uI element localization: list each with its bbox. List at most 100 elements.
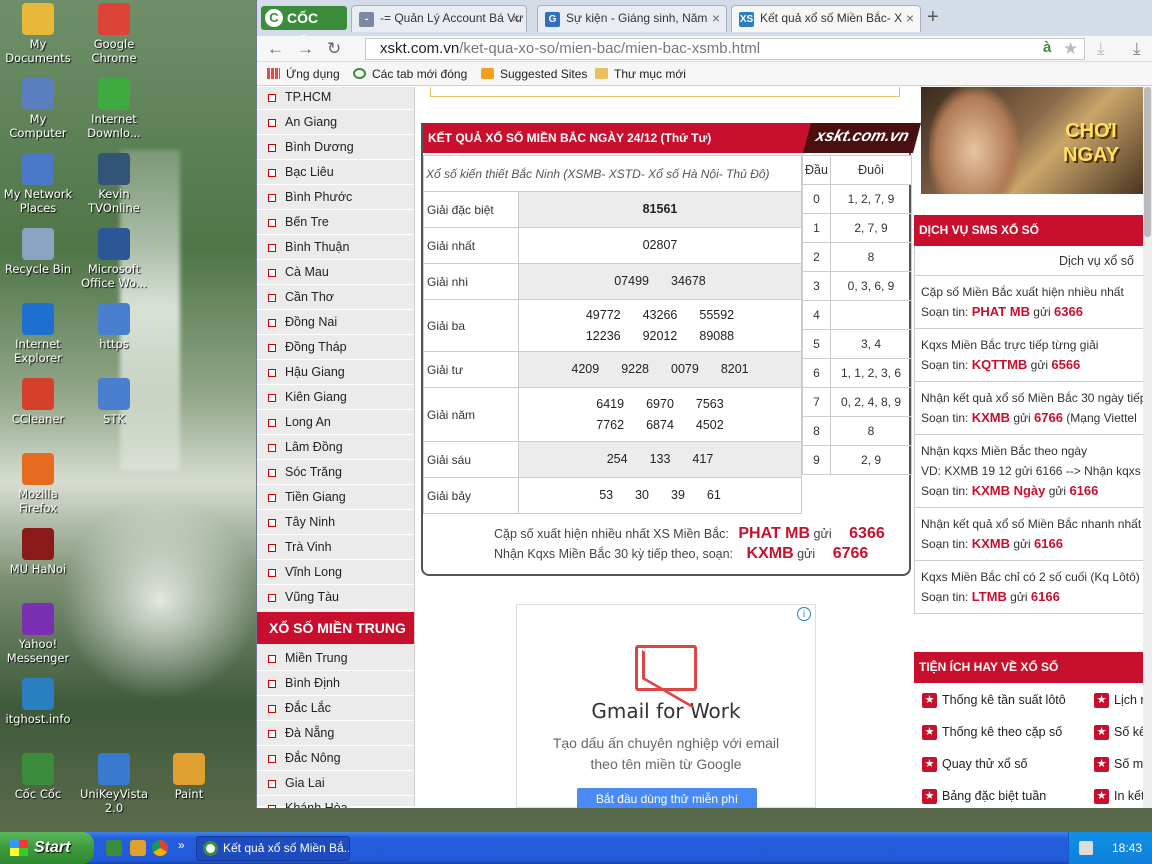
desktop-icon[interactable]: Google Chrome <box>76 3 152 65</box>
desktop-icon[interactable]: My Computer <box>0 78 76 140</box>
play-now-button[interactable]: CHƠI NGAY <box>1041 119 1141 167</box>
browser-tab[interactable]: - -= Quản Lý Account Bá Vư × <box>351 5 527 32</box>
bookmark-suggested-sites[interactable]: Suggested Sites <box>481 67 587 81</box>
province-link[interactable]: Bình Dương <box>257 135 414 160</box>
desktop-icon[interactable]: My Documents <box>0 3 76 65</box>
sms-service-item[interactable]: Nhận kết quả xổ số Miền Bắc 30 ngày tiếp… <box>915 382 1144 435</box>
chrome-quicklaunch-icon[interactable] <box>152 840 168 856</box>
province-link[interactable]: Bình Phước <box>257 185 414 210</box>
loto-head-digit: 1 <box>802 213 831 243</box>
clock[interactable]: 18:43 <box>1112 841 1142 855</box>
province-link[interactable]: An Giang <box>257 110 414 135</box>
new-tab-plus-icon[interactable]: + <box>927 6 939 29</box>
desktop-icon[interactable]: Internet Downlo... <box>76 78 152 140</box>
sms-item-gui: gửi <box>1027 358 1052 372</box>
province-link[interactable]: Bến Tre <box>257 210 414 235</box>
province-link[interactable]: Hậu Giang <box>257 360 414 385</box>
province-link[interactable]: Bình Định <box>257 671 414 696</box>
coccoc-translate-icon[interactable]: à <box>1043 39 1051 56</box>
sms-item-gui: gửi <box>1009 411 1035 425</box>
desktop-icon[interactable]: Yahoo! Messenger <box>0 603 76 665</box>
coccoc-quicklaunch-icon[interactable] <box>106 840 122 856</box>
province-link[interactable]: Tiền Giang <box>257 485 414 510</box>
prize-number-line: 254 133 417 <box>519 449 801 470</box>
tab-close-icon[interactable]: × <box>712 10 720 26</box>
utility-link[interactable]: Thống kê theo cặp số <box>922 717 1092 748</box>
download-icon[interactable]: ⤓ <box>1097 39 1105 59</box>
desktop-icon[interactable]: MU HaNoi <box>0 528 76 576</box>
game-banner[interactable]: CHƠI NGAY <box>921 87 1143 194</box>
sms-service-item[interactable]: Cặp số Miền Bắc xuất hiện nhiều nhất Soạn… <box>915 276 1144 329</box>
utility-link[interactable]: Bảng đặc biệt tuần <box>922 781 1092 808</box>
desktop-icon[interactable]: My Network Places <box>0 153 76 215</box>
province-link[interactable]: Đồng Nai <box>257 310 414 335</box>
gmail-ad[interactable]: i Gmail for Work Tạo dấu ấn chuyên nghiệ… <box>516 604 816 808</box>
desktop-icon[interactable]: Microsoft Office Wo... <box>76 228 152 290</box>
gmail-logo-icon <box>635 645 697 691</box>
page-scrollbar[interactable] <box>1143 87 1152 808</box>
province-link[interactable]: Vĩnh Long <box>257 560 414 585</box>
utility-link[interactable]: Quay thử xổ số <box>922 749 1092 780</box>
desktop-icon[interactable]: Mozilla Firefox <box>0 453 76 515</box>
sms-service-item[interactable]: Kqxs Miền Bắc trực tiếp từng giải Soạn ti… <box>915 329 1144 382</box>
sms-service-item[interactable]: Kqxs Miền Bắc chỉ có 2 số cuối (Kq Lôtô)… <box>915 561 1144 614</box>
ad-info-icon[interactable]: i <box>797 607 811 621</box>
province-link[interactable]: Trà Vinh <box>257 535 414 560</box>
bookmark-recent-tabs[interactable]: Các tab mới đóng <box>353 67 467 81</box>
province-link[interactable]: Gia Lai <box>257 771 414 796</box>
desktop-icon[interactable]: Cốc Cốc <box>0 753 76 801</box>
quicklaunch-expand-icon[interactable]: » <box>178 838 185 852</box>
scrollbar-thumb[interactable] <box>1144 87 1151 237</box>
province-link[interactable]: Tây Ninh <box>257 510 414 535</box>
coccoc-menu-button[interactable]: CCỐC CỐC <box>261 6 347 50</box>
province-link[interactable]: Khánh Hòa <box>257 796 414 808</box>
province-link[interactable]: Bình Thuận <box>257 235 414 260</box>
tab-close-icon[interactable]: × <box>512 10 520 26</box>
forward-arrow-icon[interactable]: → <box>297 39 314 59</box>
province-link[interactable]: TP.HCM <box>257 87 414 110</box>
paint-quicklaunch-icon[interactable] <box>130 840 146 856</box>
browser-tab[interactable]: XS Kết quả xổ số Miền Bắc- X × <box>731 5 921 32</box>
sms-service-item[interactable]: Nhận kết quả xổ số Miền Bắc nhanh nhất So… <box>915 508 1144 561</box>
province-link[interactable]: Cà Mau <box>257 260 414 285</box>
province-link[interactable]: Đắc Nông <box>257 746 414 771</box>
desktop-icon[interactable]: https <box>76 303 152 351</box>
province-link[interactable]: Đắc Lắc <box>257 696 414 721</box>
province-link[interactable]: Đồng Tháp <box>257 335 414 360</box>
desktop-icon[interactable]: Internet Explorer <box>0 303 76 365</box>
bookmark-apps[interactable]: Ứng dụng <box>267 67 340 81</box>
province-link[interactable]: Bạc Liêu <box>257 160 414 185</box>
utility-link[interactable]: Thống kê tần suất lôtô <box>922 685 1092 716</box>
province-link[interactable]: Cần Thơ <box>257 285 414 310</box>
desktop-icon[interactable]: Kevin TVOnline <box>76 153 152 215</box>
tab-close-icon[interactable]: × <box>906 10 914 26</box>
browser-tab[interactable]: G Sự kiện - Giáng sinh, Năm × <box>537 5 727 32</box>
desktop-icon[interactable]: STK <box>76 378 152 426</box>
sms-item-gui: gửi <box>1029 305 1055 319</box>
site-brand[interactable]: xskt.com.vn <box>803 123 922 153</box>
province-link[interactable]: Kiên Giang <box>257 385 414 410</box>
back-arrow-icon[interactable]: ← <box>267 39 284 59</box>
network-tray-icon[interactable] <box>1079 841 1093 855</box>
ad-cta-button[interactable]: Bắt đầu dùng thử miễn phí <box>577 788 757 808</box>
desktop-icon[interactable]: itghost.info <box>0 678 76 726</box>
sms-service-item[interactable]: Nhận kqxs Miền Bắc theo ngày VD: KXMB 19 … <box>915 435 1144 508</box>
province-link[interactable]: Đà Nẵng <box>257 721 414 746</box>
save-page-icon[interactable]: ⤓ <box>1133 39 1141 59</box>
province-link[interactable]: Long An <box>257 410 414 435</box>
bookmark-new-folder[interactable]: Thư mục mới <box>595 67 686 81</box>
start-button[interactable]: Start <box>0 832 94 864</box>
province-link[interactable]: Lâm Đồng <box>257 435 414 460</box>
desktop-icon[interactable]: Recycle Bin <box>0 228 76 276</box>
province-link[interactable]: Miền Trung <box>257 646 414 671</box>
address-bar[interactable]: xskt.com.vn/ket-qua-xo-so/mien-bac/mien-… <box>365 38 1085 60</box>
province-link[interactable]: Sóc Trăng <box>257 460 414 485</box>
bookmark-star-icon[interactable]: ★ <box>1063 39 1078 59</box>
central-lottery-header[interactable]: XỔ SỐ MIỀN TRUNG <box>257 612 414 644</box>
desktop-icon[interactable]: CCleaner <box>0 378 76 426</box>
desktop-icon[interactable]: Paint <box>151 753 227 801</box>
reload-icon[interactable]: ↻ <box>327 39 341 59</box>
province-link[interactable]: Vũng Tàu <box>257 585 414 610</box>
desktop-icon[interactable]: UniKeyVista 2.0 <box>76 753 152 815</box>
taskbar-task-browser[interactable]: Kết quả xổ số Miền Bắ... <box>196 836 350 861</box>
